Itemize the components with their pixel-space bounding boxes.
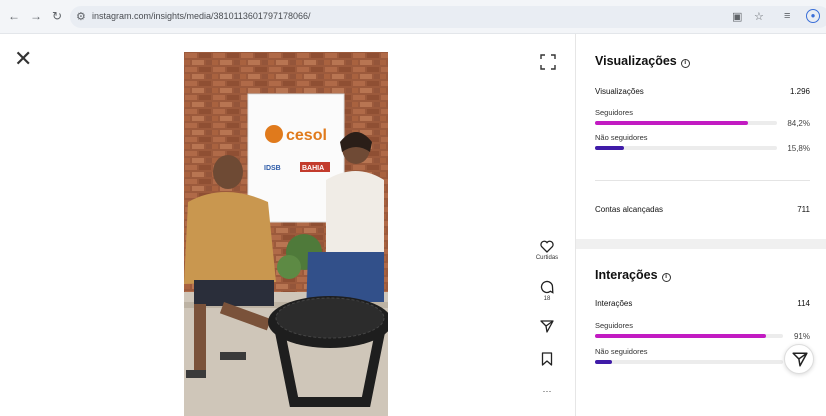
banner-partner-1: IDSB	[264, 165, 281, 172]
expand-icon[interactable]	[540, 54, 556, 70]
interactions-non-followers-bar	[595, 360, 612, 364]
reached-value: 711	[797, 205, 810, 214]
views-non-followers-label: Não seguidores	[595, 133, 648, 142]
site-info-icon[interactable]: ⚙	[76, 10, 86, 23]
interactions-non-followers-label: Não seguidores	[595, 347, 648, 356]
url-text: instagram.com/insights/media/38101136017…	[92, 11, 311, 21]
save-action[interactable]	[532, 352, 562, 366]
send-button[interactable]	[784, 344, 814, 374]
reload-icon[interactable]: ↻	[52, 9, 62, 23]
banner-partner-2: BAHIA	[302, 165, 324, 172]
insights-view: ✕ cesol IDSB BAHIA Curtidas 18 ··· Visua…	[0, 34, 826, 416]
interactions-title-text: Interações	[595, 268, 658, 282]
views-row-label: Visualizações	[595, 87, 644, 96]
comment-icon	[540, 280, 554, 294]
likes-action[interactable]: Curtidas	[532, 240, 562, 261]
more-options[interactable]: ···	[532, 386, 562, 396]
interactions-followers-label: Seguidores	[595, 321, 633, 330]
post-media: cesol IDSB BAHIA	[184, 52, 388, 416]
info-icon[interactable]: i	[661, 273, 671, 282]
photo-illustration: cesol IDSB BAHIA	[184, 52, 388, 416]
interactions-row-label: Interações	[595, 299, 633, 308]
comments-count: 18	[543, 296, 551, 302]
send-icon	[792, 352, 808, 367]
views-followers-bar	[595, 121, 749, 125]
interactions-followers-pct: 91%	[793, 332, 810, 341]
interactions-row-value: 114	[797, 299, 810, 308]
views-non-followers-bar	[595, 146, 624, 150]
views-separator	[595, 180, 810, 181]
address-bar[interactable]: ⚙ instagram.com/insights/media/381011360…	[70, 6, 826, 28]
views-non-followers-pct: 15,8%	[787, 144, 810, 153]
views-title: Visualizações i	[595, 54, 690, 68]
interactions-non-followers-track	[595, 360, 783, 364]
likes-label: Curtidas	[535, 255, 559, 261]
card-gap	[576, 239, 826, 249]
views-followers-track	[595, 121, 777, 125]
interactions-title: Interações i	[595, 268, 671, 282]
star-icon[interactable]: ☆	[754, 10, 764, 23]
info-icon[interactable]: i	[680, 59, 690, 68]
views-title-text: Visualizações	[595, 54, 677, 68]
interactions-followers-bar	[595, 334, 767, 338]
views-row-value: 1.296	[789, 87, 810, 96]
reached-label: Contas alcançadas	[595, 205, 664, 214]
views-card: Visualizações i Visualizações 1.296 Segui…	[576, 34, 826, 239]
extensions-icon[interactable]: ≡	[784, 10, 790, 22]
cast-icon[interactable]: ▣	[732, 10, 742, 23]
views-followers-pct: 84,2%	[787, 119, 810, 128]
forward-icon[interactable]: →	[30, 9, 42, 23]
banner-brand: cesol	[286, 127, 327, 144]
send-icon	[540, 320, 554, 333]
share-action[interactable]	[532, 320, 562, 333]
profile-icon[interactable]: ●	[806, 9, 820, 23]
bookmark-icon	[541, 352, 553, 366]
interactions-card: Interações i Interações 114 Seguidores 91…	[576, 249, 826, 416]
back-icon[interactable]: ←	[8, 9, 20, 23]
views-non-followers-track	[595, 146, 777, 150]
comments-action[interactable]: 18	[532, 280, 562, 302]
interactions-followers-track	[595, 334, 783, 338]
browser-toolbar: ← → ↻ ⚙ instagram.com/insights/media/381…	[0, 0, 826, 34]
views-followers-label: Seguidores	[595, 108, 633, 117]
close-icon[interactable]: ✕	[14, 48, 32, 70]
heart-icon	[540, 240, 554, 253]
